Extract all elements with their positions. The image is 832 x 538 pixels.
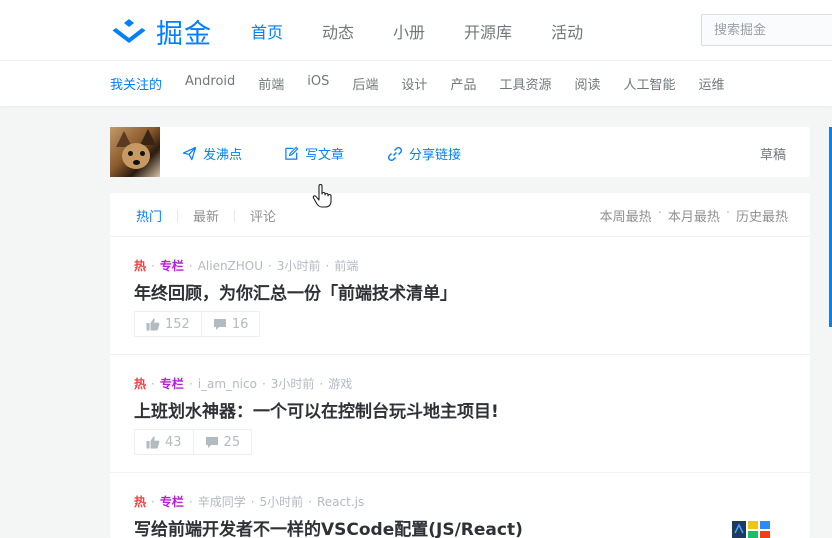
like-count: 152 [165,316,190,332]
entry-title[interactable]: 上班划水神器：一个可以在控制台玩斗地主项目! [134,397,499,422]
category-ai[interactable]: 人工智能 [623,74,675,93]
hot-badge: 热 [134,259,147,273]
feed: 热门 最新 评论 本周最热 · 本月最热 · 历史最热 热 · 专栏 · Ali… [110,193,810,538]
author-name[interactable]: i_am_nico [198,377,257,391]
hot-range: 本周最热 · 本月最热 · 历史最热 [599,206,788,225]
post-time: 3小时前 [276,259,321,273]
category-backend[interactable]: 后端 [352,74,378,93]
post-pin-button[interactable]: 发沸点 [182,144,242,163]
share-link-label: 分享链接 [409,148,462,163]
search-input[interactable] [702,15,832,45]
hot-badge: 热 [134,377,147,391]
category-android[interactable]: Android [185,74,235,93]
hot-badge: 热 [134,495,147,509]
entry-actions: 152 16 [134,311,261,337]
column-badge: 专栏 [159,495,184,509]
range-week[interactable]: 本周最热 [600,206,652,225]
write-article-label: 写文章 [305,148,345,163]
category-nav: 我关注的 Android 前端 iOS 后端 设计 产品 工具资源 阅读 人工智… [0,61,832,106]
top-header: 掘金 首页 动态 小册 开源库 活动 [0,0,832,61]
author-name[interactable]: AlienZHOU [198,259,263,273]
drafts-link[interactable]: 草稿 [760,144,786,163]
entry-actions: 43 25 [134,429,253,455]
feed-header: 热门 最新 评论 本周最热 · 本月最热 · 历史最热 [110,193,810,237]
category-tools[interactable]: 工具资源 [499,74,551,93]
category-frontend[interactable]: 前端 [258,74,284,93]
main-nav: 首页 动态 小册 开源库 活动 [251,19,622,43]
composer-bar: 发沸点 写文章 分享链接 草稿 [110,127,810,177]
like-button[interactable]: 152 [135,312,201,336]
entry-title[interactable]: 年终回顾，为你汇总一份「前端技术清单」 [134,279,457,304]
nav-home[interactable]: 首页 [251,19,283,43]
post-pin-label: 发沸点 [203,148,243,163]
entry-meta: 热 · 专栏 · i_am_nico · 3小时前 · 游戏 [134,375,353,392]
list-item[interactable]: 热 · 专栏 · AlienZHOU · 3小时前 · 前端 年终回顾，为你汇总… [110,237,810,355]
column-badge: 专栏 [159,377,184,391]
write-article-button[interactable]: 写文章 [284,144,344,163]
tab-hot[interactable]: 热门 [136,206,162,225]
comment-button[interactable]: 16 [200,312,260,336]
comment-count: 16 [231,316,249,332]
column-badge: 专栏 [159,259,184,273]
category-ios[interactable]: iOS [307,74,329,93]
post-category[interactable]: React.js [317,495,364,509]
list-item[interactable]: 热 · 专栏 · 辛成同学 · 5小时前 · React.js 写给前端开发者不… [110,473,810,538]
comment-button[interactable]: 25 [192,430,252,454]
comment-icon [205,436,218,448]
divider [177,209,179,222]
tab-comments[interactable]: 评论 [250,206,276,225]
category-following[interactable]: 我关注的 [110,74,162,93]
range-all-time[interactable]: 历史最热 [736,206,788,225]
like-button[interactable]: 43 [135,430,193,454]
range-month[interactable]: 本月最热 [668,206,720,225]
search-box [701,14,832,46]
comment-count: 25 [223,434,241,450]
category-design[interactable]: 设计 [401,74,427,93]
comment-icon [213,318,226,330]
category-product[interactable]: 产品 [450,74,476,93]
juejin-logo-icon [112,18,146,43]
logo-text: 掘金 [156,19,212,50]
category-devops[interactable]: 运维 [699,74,725,93]
share-link-button[interactable]: 分享链接 [387,144,461,163]
link-icon [387,146,403,161]
hand-cursor-icon [312,184,332,208]
thumbs-up-icon [146,318,160,330]
thumbnail-image [732,521,770,538]
nav-activity[interactable]: 动态 [322,19,354,43]
thumbs-up-icon [146,436,160,448]
edit-icon [285,146,299,160]
post-time: 5小时前 [259,495,304,509]
paper-plane-icon [182,146,197,161]
entry-meta: 热 · 专栏 · 辛成同学 · 5小时前 · React.js [134,493,365,510]
like-count: 43 [165,434,182,450]
list-item[interactable]: 热 · 专栏 · i_am_nico · 3小时前 · 游戏 上班划水神器：一个… [110,355,810,473]
avatar[interactable] [110,127,160,177]
category-reading[interactable]: 阅读 [574,74,600,93]
post-category[interactable]: 游戏 [328,375,352,392]
sort-tabs: 热门 最新 评论 [136,206,276,225]
nav-repos[interactable]: 开源库 [464,19,512,43]
nav-books[interactable]: 小册 [393,19,425,43]
logo[interactable]: 掘金 [110,12,212,51]
post-time: 3小时前 [270,377,315,391]
entry-thumbnail[interactable] [732,521,782,538]
author-name[interactable]: 辛成同学 [198,493,246,510]
tab-latest[interactable]: 最新 [193,206,219,225]
entry-title[interactable]: 写给前端开发者不一样的VSCode配置(JS/React) [134,515,523,538]
entry-meta: 热 · 专栏 · AlienZHOU · 3小时前 · 前端 [134,257,359,274]
post-category[interactable]: 前端 [334,257,358,274]
divider [234,209,236,222]
nav-events[interactable]: 活动 [551,19,583,43]
